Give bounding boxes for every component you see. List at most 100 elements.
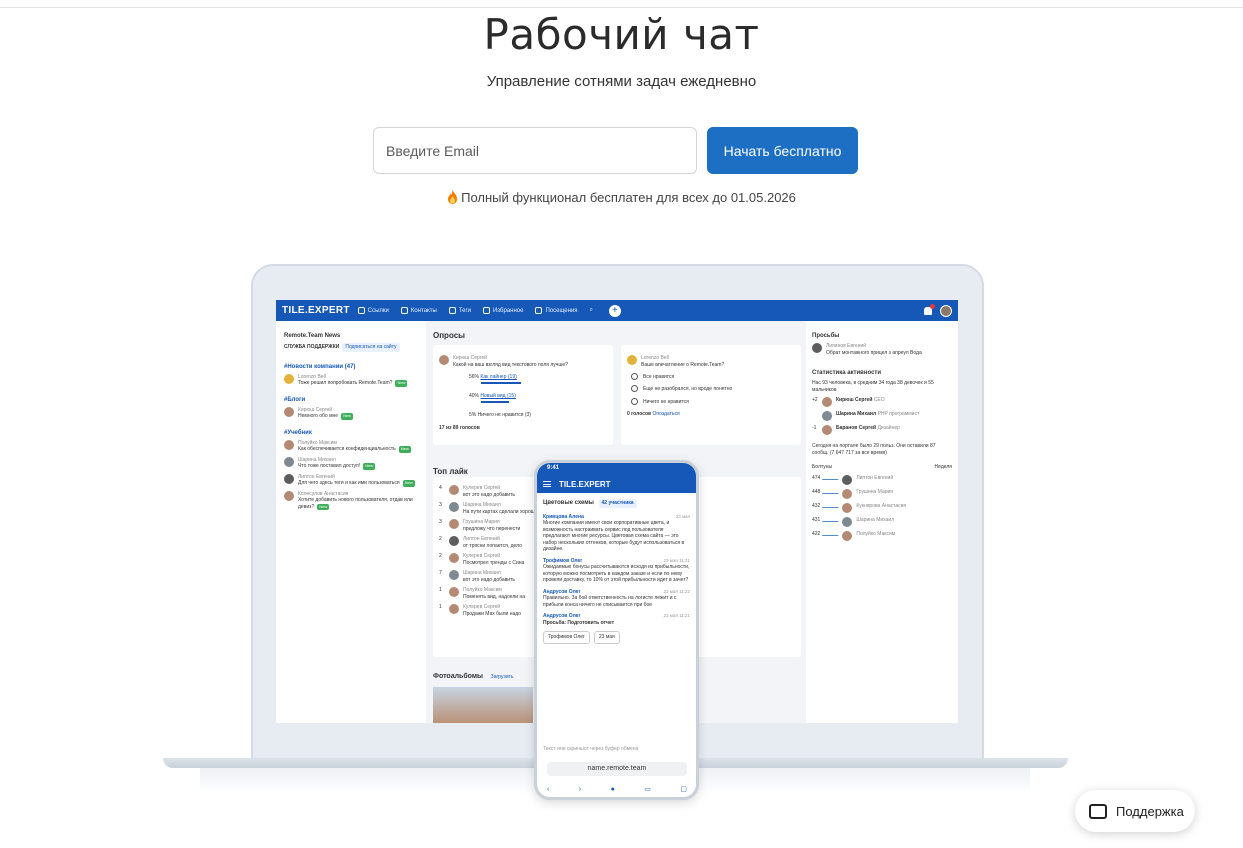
support-button[interactable]: Поддержка	[1075, 790, 1195, 832]
avatar	[822, 411, 832, 421]
requests-title: Просьбы	[812, 333, 840, 339]
photo-thumbnail	[433, 687, 533, 723]
task-fields: Трофимов Олег 23 мая	[543, 631, 690, 644]
list-item: Липтон Евгений Для чего здесь теги и как …	[284, 473, 418, 487]
user-avatar	[940, 304, 952, 317]
app-left-column: Remote.Team News СЛУЖБА ПОДДЕРЖКИ Подписа…	[276, 321, 426, 723]
page-subtitle: Управление сотнями задач ежедневно	[486, 73, 757, 90]
avatar	[822, 397, 832, 407]
list-item: Lorenzo Bell Тоже решил попробовать Remot…	[284, 373, 418, 387]
page-title: Рабочий чат	[483, 10, 760, 59]
phone-mockup: 9:41 TILE.EXPERT Цветовые схемы 42 участ…	[534, 460, 699, 800]
avatar	[842, 474, 853, 485]
list-item: Липинов Евгений Обрат монтажного прицел з…	[812, 343, 952, 356]
stats-row: -1 Баранов Сергей Дизайнер	[812, 425, 952, 435]
stats-text: Нас 93 человека, в средним 34 года 38 де…	[812, 380, 934, 393]
avatar	[284, 490, 294, 501]
phone-logo: TILE.EXPERT	[559, 479, 611, 489]
sparkline	[822, 530, 841, 536]
new-badge: New	[341, 413, 354, 420]
chat-message: Трофимов Олег 23 мая 11:21 Ожидаемые бонус…	[543, 557, 690, 584]
top-divider	[0, 7, 1243, 8]
back-icon: ‹	[547, 785, 550, 793]
rating-header: Болтуны Неделя	[812, 464, 952, 470]
stats-row: +2 Кирюш Сергей CEO	[812, 397, 952, 407]
polls-title: Опросы	[433, 331, 466, 340]
chat-icon	[1089, 800, 1107, 819]
avatar	[449, 604, 459, 614]
bookmarks-icon: ▭	[644, 786, 651, 793]
chat-message: Кривцова Алена 23 мая Многие компании имею…	[543, 513, 690, 553]
chat-message: Андрусов Олег 23 мая 11:22 Правильно. За б…	[543, 588, 690, 608]
avatar	[842, 530, 853, 541]
add-icon: +	[608, 304, 621, 317]
assignee-select: Трофимов Олег	[543, 631, 590, 644]
nav-tags: Теги	[448, 307, 471, 314]
email-field[interactable]	[373, 127, 697, 174]
list-item: Шарина Михаил Что тоже поставил доступ! Ne…	[284, 456, 418, 470]
avatar	[449, 570, 459, 580]
deadline-select: 23 мая	[593, 631, 620, 644]
chat-message: Андрусов Олег 23 мая 11:21 Просьба: Подгот…	[543, 613, 690, 626]
avatar	[449, 536, 459, 546]
search-icon: ⌕	[589, 307, 593, 313]
bell-icon	[924, 303, 935, 315]
radio-option	[631, 385, 638, 393]
menu-icon	[543, 481, 551, 487]
sparkline	[822, 488, 841, 494]
nav-links: Ссылки	[357, 307, 389, 314]
app-navbar: TILE.EXPERT Ссылки Контакты Теги Избранн…	[276, 300, 958, 321]
list-item: Полуйко Максим Как обеспечивается конфиде…	[284, 439, 418, 453]
avatar	[439, 355, 449, 365]
nav-visits: Посещения	[535, 307, 578, 314]
nav-right	[924, 303, 952, 317]
phone-message-input: Текст или скриншот через буфер обмена	[543, 746, 639, 752]
support-label: Поддержка	[1116, 803, 1184, 819]
avatar	[449, 587, 459, 597]
avatar	[284, 439, 294, 450]
share-icon: ●	[610, 785, 615, 793]
list-item: Колесулов Анастасия Хотите добавить новог…	[284, 490, 418, 510]
rating-row: 448 Грушина Мария	[812, 488, 952, 499]
rating-row: 432 Кукнярова Анастасия	[812, 502, 952, 513]
rating-row: 431 Шарина Михаил	[812, 516, 952, 527]
online-text: Сегодня на портале было 29 польз. Они ос…	[812, 443, 936, 456]
sparkline	[822, 474, 841, 480]
avatar	[842, 516, 853, 527]
hash-icon	[448, 307, 456, 314]
top-likes-title: Топ лайк	[433, 467, 468, 476]
radio-option	[631, 397, 638, 405]
stats-title: Статистика активности	[812, 370, 882, 376]
avatar	[284, 473, 294, 484]
avatar	[449, 519, 459, 529]
avatar	[449, 485, 459, 495]
new-badge: New	[395, 380, 408, 387]
avatar	[842, 488, 853, 499]
avatar	[284, 456, 294, 467]
phone-url-bar: name.remote.team	[547, 762, 687, 776]
start-free-button[interactable]: Начать бесплатно	[707, 127, 858, 174]
list-item: Кирюш Сергей Немного обо мне New	[284, 406, 418, 420]
promo-note: Полный функционал бесплатен для всех до …	[0, 190, 1243, 205]
phone-status-bar: 9:41	[537, 463, 696, 475]
app-right-column: Просьбы Липинов Евгений Обрат монтажного …	[806, 321, 958, 723]
notification-dot	[930, 303, 935, 309]
stats-row: Шарина Михаил PHP программист	[812, 411, 952, 421]
nav-favorites: Избранное	[483, 307, 523, 314]
phone-browser-toolbar: ‹ › ● ▭ ▢	[547, 783, 687, 795]
tabs-icon: ▢	[680, 786, 687, 793]
avatar	[627, 355, 637, 365]
phone-navbar: TILE.EXPERT	[537, 475, 696, 493]
avatar	[449, 553, 459, 563]
app-logo: TILE.EXPERT	[282, 305, 350, 316]
fire-icon	[448, 190, 458, 204]
chat-title: Цветовые схемы 42 участника	[543, 499, 690, 508]
phone-chat: Цветовые схемы 42 участника Кривцова Але…	[537, 493, 696, 650]
promo-text: Полный функционал бесплатен для всех до …	[461, 190, 796, 205]
subscribe-tag: Подписаться на сайту	[342, 343, 400, 352]
link-icon	[357, 307, 365, 314]
photos-header: Фотоальбомы Загрузить	[433, 673, 514, 680]
avatar	[822, 425, 832, 435]
sparkline	[822, 502, 841, 508]
avatar	[449, 502, 459, 512]
